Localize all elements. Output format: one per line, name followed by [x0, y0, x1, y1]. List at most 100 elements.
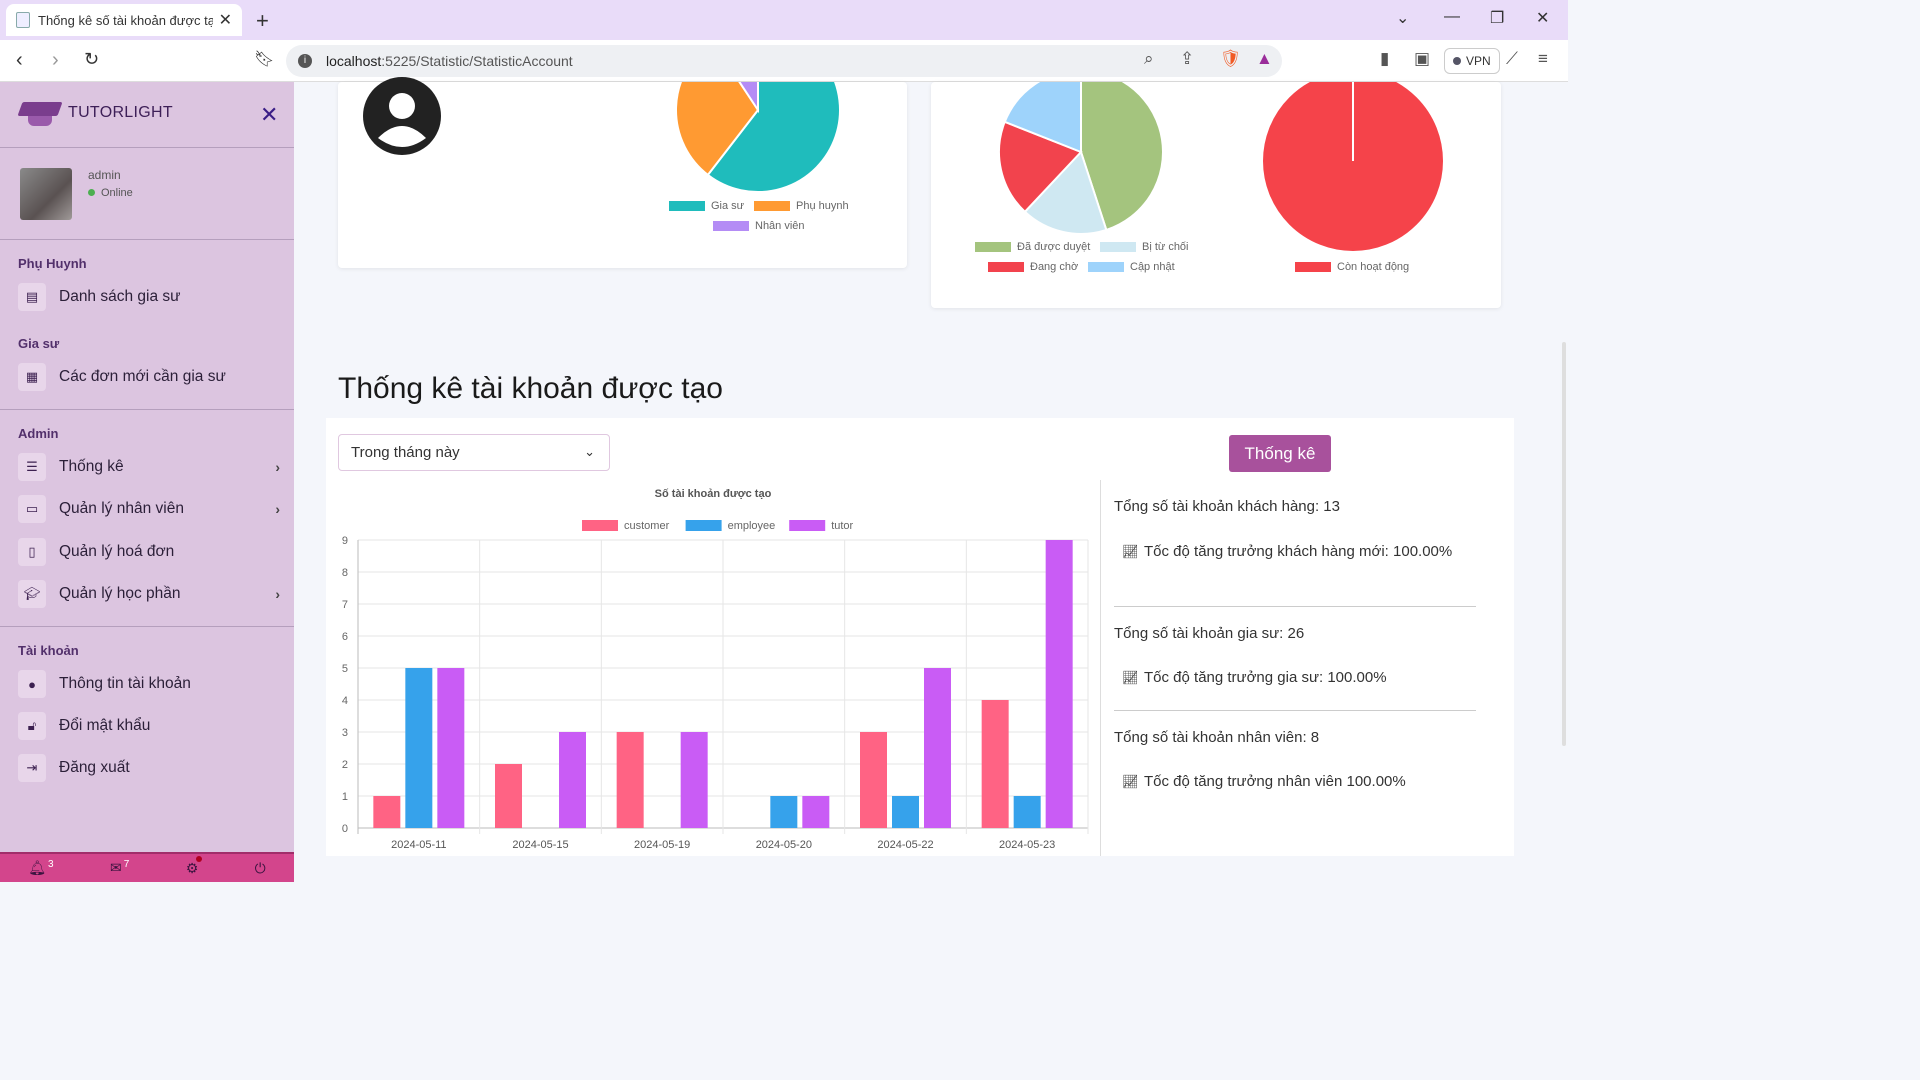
sidebar-item-new-requests[interactable]: ▦ Các đơn mới cần gia sư: [18, 362, 284, 392]
tutor-growth: 📈︎ Tốc độ tăng trưởng gia sư: 100.00%: [1114, 665, 1484, 691]
brave-rewards-icon[interactable]: ▲: [1256, 49, 1273, 69]
request-status-pie: [998, 82, 1164, 235]
trend-chart-icon: 📈︎: [1122, 774, 1139, 789]
share-icon[interactable]: ⇪: [1180, 49, 1194, 69]
tab-title: Thống kê số tài khoản được tạo: [38, 12, 213, 28]
close-window-icon[interactable]: ✕: [1536, 8, 1549, 28]
minimize-icon[interactable]: —: [1444, 8, 1460, 26]
bar-employee-2024-05-20[interactable]: [770, 796, 798, 828]
forward-icon[interactable]: ›: [52, 49, 59, 72]
bar-customer-2024-05-22[interactable]: [860, 732, 887, 828]
sidebar-item-logout[interactable]: ⇥ Đăng xuất: [18, 753, 284, 783]
bar-tutor-2024-05-15[interactable]: [559, 732, 586, 828]
lock-icon: 🔓︎: [18, 712, 46, 740]
sidebar-item-label: Các đơn mới cần gia sư: [59, 368, 226, 385]
trend-chart-icon: 📈︎: [1122, 544, 1139, 559]
zoom-icon[interactable]: ⌕: [1144, 49, 1154, 69]
sidebar-item-label: Đăng xuất: [59, 759, 130, 776]
statistics-button[interactable]: Thống kê: [1229, 435, 1331, 472]
bar-employee-2024-05-22[interactable]: [892, 796, 919, 828]
y-tick-label: 7: [342, 599, 348, 611]
brave-shield-icon[interactable]: 🛡︎: [1220, 49, 1242, 69]
chevron-right-icon: ›: [275, 459, 280, 475]
list-icon: ☰: [18, 453, 46, 481]
trend-chart-icon: 📈︎: [1122, 670, 1139, 685]
wallet-icon[interactable]: ▣: [1414, 49, 1430, 69]
sidebar-item-courses[interactable]: 🎓︎ Quản lý học phần ›: [18, 579, 284, 609]
x-tick-label: 2024-05-19: [634, 839, 690, 851]
y-tick-label: 1: [342, 791, 348, 803]
brand-logo[interactable]: TUTORLIGHT: [17, 98, 173, 128]
divider: [1114, 710, 1476, 711]
y-tick-label: 0: [342, 823, 348, 835]
sidebar-toggle-icon[interactable]: ▮: [1380, 49, 1389, 69]
browser-tab[interactable]: Thống kê số tài khoản được tạo ✕: [6, 4, 242, 36]
user-status: Online: [88, 187, 133, 199]
bar-tutor-2024-05-23[interactable]: [1045, 540, 1073, 828]
accounts-created-bar-chart: customer employee tutor 0 1 2 3 4 5 6 7 8 9 2024-05-1…: [342, 520, 1089, 851]
settings-gear-icon[interactable]: ⚙: [186, 855, 203, 877]
divider: [0, 409, 294, 410]
section-title-admin: Admin: [18, 426, 59, 441]
tutor-total: Tổng số tài khoản gia sư: 26: [1114, 625, 1305, 642]
notification-count: 3: [47, 859, 54, 871]
bar-tutor-2024-05-11[interactable]: [437, 668, 465, 828]
divider: [1100, 480, 1101, 856]
bar-customer-2024-05-15[interactable]: [495, 764, 522, 828]
browser-toolbar: ‹ › ↻ 🔖︎ i localhost:5225/Statistic/Stat…: [0, 40, 1568, 82]
account-type-pie: [675, 82, 841, 193]
bookmark-icon[interactable]: 🔖︎: [254, 49, 274, 69]
sidebar-item-label: Đổi mật khẩu: [59, 717, 151, 734]
x-tick-label: 2024-05-22: [877, 839, 933, 851]
bar-tutor-2024-05-22[interactable]: [924, 668, 951, 828]
sidebar-item-invoices[interactable]: ▯ Quản lý hoá đơn: [18, 537, 284, 567]
y-tick-label: 9: [342, 535, 348, 547]
url-host: localhost: [326, 53, 382, 69]
bar-customer-2024-05-11[interactable]: [373, 796, 401, 828]
new-tab-icon[interactable]: +: [256, 8, 269, 34]
bar-customer-2024-05-19[interactable]: [616, 732, 644, 828]
legend-active: Còn hoạt động: [1295, 261, 1409, 273]
bar-tutor-2024-05-20[interactable]: [802, 796, 830, 828]
restore-icon[interactable]: ❐: [1490, 8, 1504, 28]
back-icon[interactable]: ‹: [16, 49, 23, 72]
power-icon[interactable]: ⏻: [255, 860, 266, 877]
chevron-right-icon: ›: [275, 586, 280, 602]
avatar[interactable]: [20, 168, 72, 220]
leo-icon[interactable]: ⟋: [1506, 49, 1518, 69]
bar-tutor-2024-05-19[interactable]: [680, 732, 708, 828]
customer-growth-text: Tốc độ tăng trưởng khách hàng mới: 100.0…: [1144, 543, 1453, 560]
bar-employee-2024-05-11[interactable]: [405, 668, 433, 828]
close-sidebar-icon[interactable]: ✕: [260, 102, 278, 128]
sidebar-footer: 🔔︎ 3 ✉ 7 ⚙ ⏻: [0, 852, 294, 882]
period-select[interactable]: Trong tháng này ⌄: [338, 434, 610, 471]
address-bar[interactable]: i localhost:5225/Statistic/StatisticAcco…: [286, 45, 1282, 77]
chevron-down-icon: ⌄: [584, 444, 595, 459]
graduation-cap-icon: 🎓︎: [18, 580, 46, 608]
sidebar-item-tutor-list[interactable]: ▤ Danh sách gia sư: [18, 282, 284, 312]
sidebar-item-label: Quản lý học phần: [59, 585, 181, 602]
id-card-icon: ▤: [18, 283, 46, 311]
messages-icon[interactable]: ✉ 7: [110, 859, 129, 877]
bar-employee-2024-05-23[interactable]: [1013, 796, 1041, 828]
y-tick-label: 2: [342, 759, 348, 771]
x-tick-label: 2024-05-11: [391, 839, 446, 851]
sidebar-item-change-password[interactable]: 🔓︎ Đổi mật khẩu: [18, 711, 284, 741]
notification-bell-icon[interactable]: 🔔︎ 3: [28, 859, 53, 877]
calendar-icon: ▦: [18, 363, 46, 391]
sidebar-item-account-info[interactable]: ● Thông tin tài khoản: [18, 669, 284, 699]
sidebar-item-statistics[interactable]: ☰ Thống kê ›: [18, 452, 284, 482]
site-info-icon[interactable]: i: [298, 54, 312, 68]
logout-icon: ⇥: [18, 754, 46, 782]
info-icon: ●: [18, 670, 46, 698]
page-scrollbar[interactable]: [1562, 342, 1566, 746]
message-count: 7: [123, 859, 130, 871]
close-tab-icon[interactable]: ✕: [219, 10, 232, 30]
chevron-right-icon: ›: [275, 501, 280, 517]
menu-icon[interactable]: ≡: [1538, 49, 1548, 69]
bar-customer-2024-05-23[interactable]: [981, 700, 1009, 828]
vpn-button[interactable]: VPN: [1444, 48, 1500, 74]
tab-list-icon[interactable]: ⌄: [1396, 8, 1409, 28]
reload-icon[interactable]: ↻: [84, 49, 99, 70]
sidebar-item-employees[interactable]: ▭ Quản lý nhân viên ›: [18, 494, 284, 524]
